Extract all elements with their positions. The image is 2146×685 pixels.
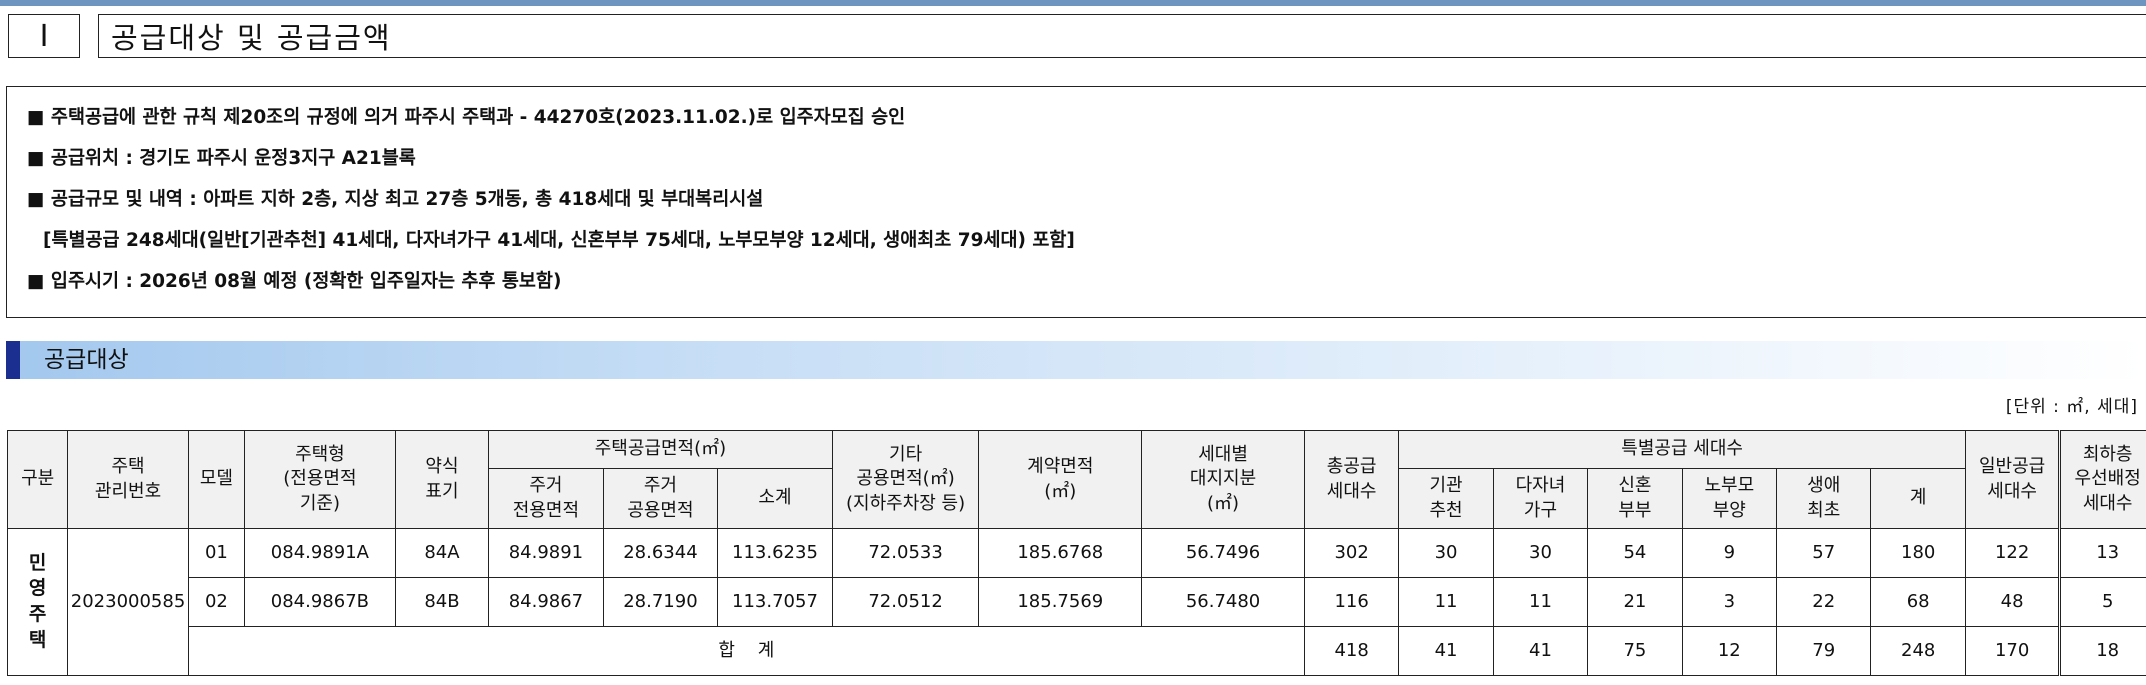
header-common: 주거 공용면적 [602,468,719,529]
total-units-cell: 302 [1303,528,1400,578]
section-marker [6,341,20,379]
abbr-cell: 84B [394,577,490,627]
elderly-cell: 3 [1681,577,1778,627]
sum-agency: 41 [1398,626,1494,676]
header-mgmt-no: 주택 관리번호 [67,430,189,529]
first-time-cell: 22 [1776,577,1872,627]
header-first-time: 생애 최초 [1776,468,1872,529]
sum-top-floor: 18 [2058,626,2146,676]
header-land-share: 세대별 대지지분 (㎡) [1141,430,1305,529]
land-share-cell: 56.7480 [1141,577,1305,627]
other-common-cell: 72.0533 [831,528,980,578]
mgmt-no-cell: 2023000585 [67,528,189,676]
sum-first-time: 79 [1776,626,1872,676]
special-total-cell: 180 [1870,528,1966,578]
model-cell: 02 [187,577,246,627]
common-cell: 28.6344 [602,528,719,578]
contract-cell: 185.6768 [978,528,1143,578]
abbr-cell: 84A [394,528,490,578]
header-elderly: 노부모 부양 [1681,468,1778,529]
newlywed-cell: 21 [1587,577,1683,627]
sum-elderly: 12 [1681,626,1778,676]
exclusive-cell: 84.9867 [488,577,604,627]
header-agency: 기관 추천 [1398,468,1494,529]
special-total-cell: 68 [1870,577,1966,627]
sum-row: 합 계 418 41 41 75 12 79 248 170 18 [8,626,2146,676]
header-general: 일반공급 세대수 [1964,430,2061,529]
sum-total-units: 418 [1303,626,1400,676]
notice-line: ■ 공급위치 : 경기도 파주시 운정3지구 A21블록 [27,148,416,169]
header-abbr: 약식 표기 [394,430,490,529]
chapter-title: 공급대상 및 공급금액 [98,14,2146,58]
top-accent-bar [0,0,2146,6]
other-common-cell: 72.0512 [831,577,980,627]
supply-table: 구분 주택 관리번호 모델 주택형 (전용면적 기준) 약식 표기 주택공급면적… [6,430,2146,676]
chapter-number: Ⅰ [8,14,80,58]
table-row: 02 084.9867B 84B 84.9867 28.7190 113.705… [8,577,2146,627]
total-units-cell: 116 [1303,577,1400,627]
notice-line: [특별공급 248세대(일반[기관추천] 41세대, 다자녀가구 41세대, 신… [43,230,1075,251]
agency-cell: 30 [1398,528,1494,578]
subtotal-cell: 113.7057 [717,577,833,627]
land-share-cell: 56.7496 [1141,528,1305,578]
sum-multi-child: 41 [1492,626,1589,676]
multi-child-cell: 30 [1492,528,1589,578]
sum-newlywed: 75 [1587,626,1683,676]
top-floor-cell: 5 [2058,577,2146,627]
header-top-floor: 최하층 우선배정 세대수 [2058,430,2146,529]
newlywed-cell: 54 [1587,528,1683,578]
notice-line: ■ 입주시기 : 2026년 08월 예정 (정확한 입주일자는 추후 통보함) [27,271,562,292]
section-title: 공급대상 [44,347,129,373]
header-housing-type: 주택형 (전용면적 기준) [244,430,396,529]
notice-line: ■ 공급규모 및 내역 : 아파트 지하 2층, 지상 최고 27층 5개동, … [27,189,764,210]
multi-child-cell: 11 [1492,577,1589,627]
subtotal-cell: 113.6235 [717,528,833,578]
header-newlywed: 신혼 부부 [1587,468,1683,529]
unit-label: [단위 : ㎡, 세대] [2005,397,2138,417]
top-floor-cell: 13 [2058,528,2146,578]
common-cell: 28.7190 [602,577,719,627]
type-cell: 084.9867B [244,577,396,627]
model-cell: 01 [187,528,246,578]
contract-cell: 185.7569 [978,577,1143,627]
sum-label: 합 계 [187,626,1305,676]
header-special: 특별공급 세대수 [1398,430,1966,469]
notice-line: ■ 주택공급에 관한 규칙 제20조의 규정에 의거 파주시 주택과 - 442… [27,107,906,128]
section-header: 공급대상 [6,341,2146,379]
sum-general: 170 [1964,626,2061,676]
table-row: 민 영 주 택 2023000585 01 084.9891A 84A 84.9… [6,528,2146,676]
header-multi-child: 다자녀 가구 [1492,468,1589,529]
sum-special-total: 248 [1870,626,1966,676]
header-special-total: 계 [1870,468,1966,529]
elderly-cell: 9 [1681,528,1778,578]
notice-box: ■ 주택공급에 관한 규칙 제20조의 규정에 의거 파주시 주택과 - 442… [6,86,2146,318]
general-cell: 48 [1964,577,2061,627]
header-category: 구분 [6,430,69,529]
header-supply-area: 주택공급면적(㎡) [488,430,833,469]
header-exclusive: 주거 전용면적 [488,468,604,529]
general-cell: 122 [1964,528,2061,578]
header-other-common: 기타 공용면적(㎡) (지하주차장 등) [831,430,980,529]
first-time-cell: 57 [1776,528,1872,578]
header-total-units: 총공급 세대수 [1303,430,1400,529]
type-cell: 084.9891A [244,528,396,578]
exclusive-cell: 84.9891 [488,528,604,578]
agency-cell: 11 [1398,577,1494,627]
header-subtotal: 소계 [717,468,833,529]
header-contract-area: 계약면적 (㎡) [978,430,1143,529]
header-model: 모델 [187,430,246,529]
category-cell: 민 영 주 택 [6,528,69,676]
